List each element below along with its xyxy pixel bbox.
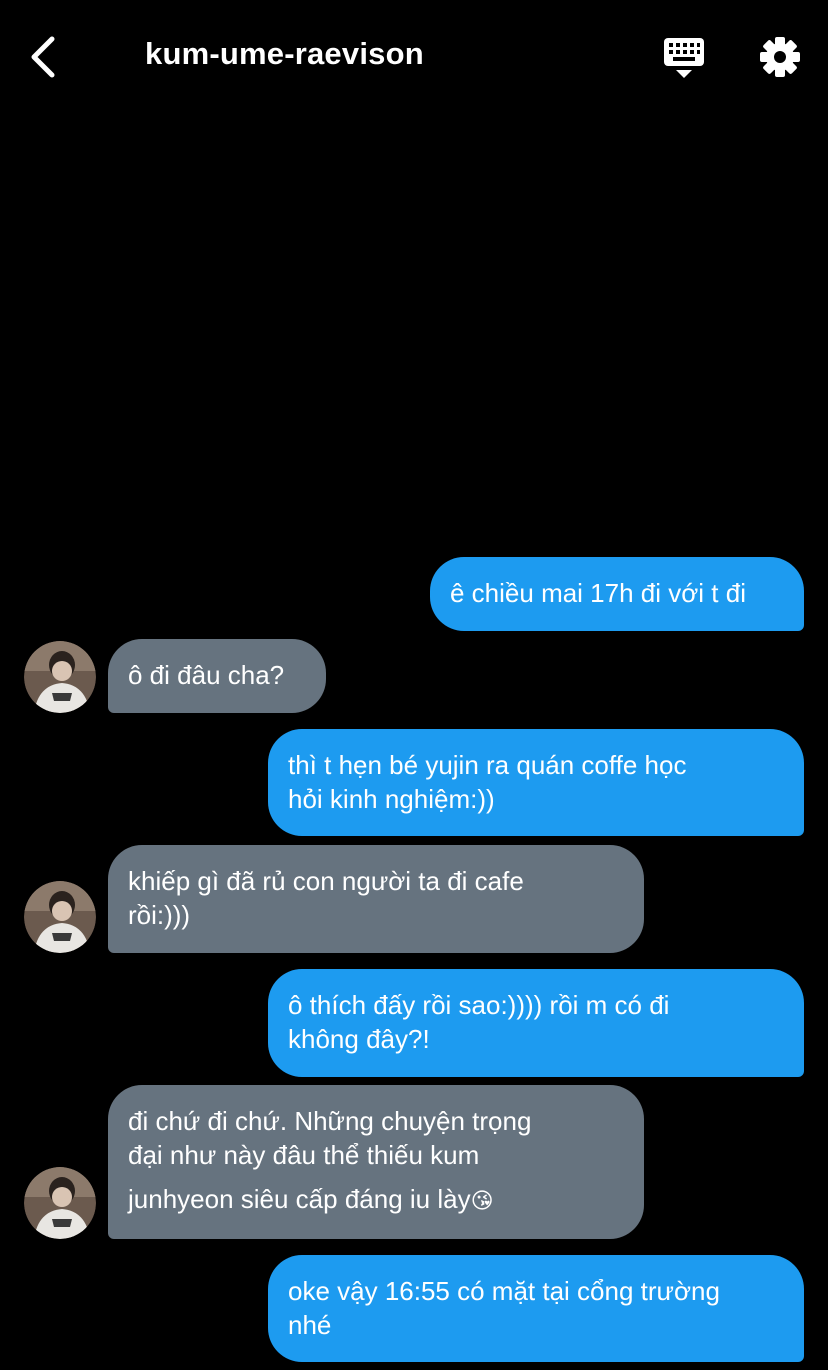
message-text: junhyeon siêu cấp đáng iu lày [128, 1184, 471, 1214]
received-message[interactable]: đi chứ đi chứ. Những chuyện trọng đại nh… [108, 1085, 644, 1239]
message-text: nhé [288, 1310, 332, 1340]
message-line: junhyeon siêu cấp đáng iu lày😘 [128, 1182, 624, 1219]
keyboard-toggle-button[interactable] [662, 36, 706, 80]
received-message[interactable]: khiếp gì đã rủ con người ta đi cafe rồi:… [108, 845, 644, 953]
message-text: khiếp gì đã rủ con người ta đi cafe [128, 866, 524, 896]
sent-message[interactable]: ô thích đấy rồi sao:)))) rồi m có đi khô… [268, 969, 804, 1077]
sent-message[interactable]: thì t hẹn bé yujin ra quán coffe học hỏi… [268, 729, 804, 836]
chevron-left-icon [31, 36, 55, 78]
sent-message[interactable]: oke vậy 16:55 có mặt tại cổng trường nhé [268, 1255, 804, 1362]
back-button[interactable] [26, 34, 66, 80]
avatar[interactable] [24, 1167, 96, 1239]
message-text: rồi:))) [128, 900, 191, 930]
gear-icon [760, 37, 800, 77]
message-text: ô thích đấy rồi sao:)))) rồi m có đi [288, 990, 670, 1020]
chat-header: kum-ume-raevison [0, 0, 828, 112]
contact-avatar-image [24, 881, 96, 953]
message-text: ê chiều mai 17h đi với t đi [450, 578, 746, 608]
sent-message[interactable]: ê chiều mai 17h đi với t đi [430, 557, 804, 631]
contact-avatar-image [24, 641, 96, 713]
message-text: đi chứ đi chứ. Những chuyện trọng [128, 1106, 532, 1136]
message-text: ô đi đâu cha? [128, 660, 285, 690]
avatar[interactable] [24, 641, 96, 713]
message-text: thì t hẹn bé yujin ra quán coffe học [288, 750, 687, 780]
settings-button[interactable] [758, 35, 802, 79]
message-text: hỏi kinh nghiệm:)) [288, 784, 495, 814]
conversation-title: kum-ume-raevison [145, 36, 424, 71]
contact-avatar-image [24, 1167, 96, 1239]
message-text: đại như này đâu thể thiếu kum [128, 1140, 480, 1170]
keyboard-icon [664, 38, 704, 78]
avatar[interactable] [24, 881, 96, 953]
received-message[interactable]: ô đi đâu cha? [108, 639, 326, 713]
message-text: không đây?! [288, 1024, 430, 1054]
message-text: oke vậy 16:55 có mặt tại cổng trường [288, 1276, 720, 1306]
kiss-emoji-icon: 😘 [470, 1189, 494, 1214]
